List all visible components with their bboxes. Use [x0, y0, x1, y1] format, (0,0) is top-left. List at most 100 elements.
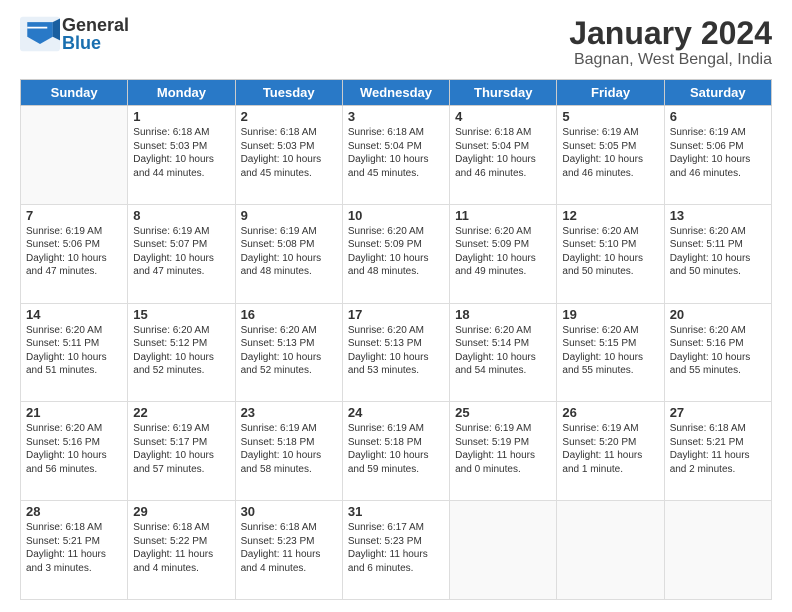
weekday-header-monday: Monday [128, 80, 235, 106]
day-info: Sunrise: 6:19 AMSunset: 5:06 PMDaylight:… [670, 126, 766, 180]
day-number: 14 [26, 307, 122, 322]
calendar-subtitle: Bagnan, West Bengal, India [569, 51, 772, 69]
day-number: 3 [348, 109, 444, 124]
weekday-header-thursday: Thursday [450, 80, 557, 106]
calendar-cell: 26 Sunrise: 6:19 AMSunset: 5:20 PMDayligh… [557, 402, 664, 501]
calendar-cell: 16 Sunrise: 6:20 AMSunset: 5:13 PMDayligh… [235, 303, 342, 402]
calendar-cell: 10 Sunrise: 6:20 AMSunset: 5:09 PMDayligh… [342, 204, 449, 303]
logo-text: General Blue [62, 16, 129, 52]
calendar-cell: 3 Sunrise: 6:18 AMSunset: 5:04 PMDaylight… [342, 106, 449, 205]
day-number: 29 [133, 504, 229, 519]
calendar-cell [450, 501, 557, 600]
day-number: 27 [670, 405, 766, 420]
day-info: Sunrise: 6:18 AMSunset: 5:03 PMDaylight:… [133, 126, 229, 180]
day-info: Sunrise: 6:19 AMSunset: 5:18 PMDaylight:… [241, 422, 337, 476]
day-info: Sunrise: 6:20 AMSunset: 5:10 PMDaylight:… [562, 225, 658, 279]
day-info: Sunrise: 6:20 AMSunset: 5:15 PMDaylight:… [562, 324, 658, 378]
calendar-header: SundayMondayTuesdayWednesdayThursdayFrid… [21, 80, 772, 106]
calendar-week-4: 21Sunrise: 6:20 AMSunset: 5:16 PMDayligh… [21, 402, 772, 501]
day-info: Sunrise: 6:20 AMSunset: 5:16 PMDaylight:… [26, 422, 122, 476]
weekday-header-wednesday: Wednesday [342, 80, 449, 106]
day-number: 15 [133, 307, 229, 322]
calendar-cell: 23Sunrise: 6:19 AMSunset: 5:18 PMDayligh… [235, 402, 342, 501]
day-info: Sunrise: 6:20 AMSunset: 5:16 PMDaylight:… [670, 324, 766, 378]
weekday-header-row: SundayMondayTuesdayWednesdayThursdayFrid… [21, 80, 772, 106]
calendar-cell: 30Sunrise: 6:18 AMSunset: 5:23 PMDayligh… [235, 501, 342, 600]
day-number: 1 [133, 109, 229, 124]
day-info: Sunrise: 6:19 AMSunset: 5:07 PMDaylight:… [133, 225, 229, 279]
day-info: Sunrise: 6:18 AMSunset: 5:21 PMDaylight:… [670, 422, 766, 476]
day-info: Sunrise: 6:20 AMSunset: 5:09 PMDaylight:… [348, 225, 444, 279]
day-number: 4 [455, 109, 551, 124]
logo: General Blue [20, 16, 129, 52]
day-number: 13 [670, 208, 766, 223]
calendar-title: January 2024 [569, 16, 772, 51]
calendar-cell: 5 Sunrise: 6:19 AMSunset: 5:05 PMDaylight… [557, 106, 664, 205]
calendar-cell [664, 501, 771, 600]
calendar-cell: 31Sunrise: 6:17 AMSunset: 5:23 PMDayligh… [342, 501, 449, 600]
day-number: 28 [26, 504, 122, 519]
calendar-cell: 22 Sunrise: 6:19 AMSunset: 5:17 PMDayligh… [128, 402, 235, 501]
calendar-cell: 21Sunrise: 6:20 AMSunset: 5:16 PMDayligh… [21, 402, 128, 501]
day-number: 24 [348, 405, 444, 420]
day-info: Sunrise: 6:19 AMSunset: 5:19 PMDaylight:… [455, 422, 551, 476]
day-info: Sunrise: 6:20 AMSunset: 5:13 PMDaylight:… [241, 324, 337, 378]
day-number: 22 [133, 405, 229, 420]
day-number: 5 [562, 109, 658, 124]
calendar-cell [21, 106, 128, 205]
day-number: 26 [562, 405, 658, 420]
calendar-cell: 1 Sunrise: 6:18 AMSunset: 5:03 PMDaylight… [128, 106, 235, 205]
day-number: 16 [241, 307, 337, 322]
calendar-cell: 15Sunrise: 6:20 AMSunset: 5:12 PMDayligh… [128, 303, 235, 402]
calendar-cell: 11 Sunrise: 6:20 AMSunset: 5:09 PMDayligh… [450, 204, 557, 303]
calendar-cell [557, 501, 664, 600]
day-info: Sunrise: 6:20 AMSunset: 5:11 PMDaylight:… [670, 225, 766, 279]
calendar-week-3: 14 Sunrise: 6:20 AMSunset: 5:11 PMDayligh… [21, 303, 772, 402]
day-number: 2 [241, 109, 337, 124]
logo-icon [20, 16, 60, 52]
calendar-cell: 2 Sunrise: 6:18 AMSunset: 5:03 PMDaylight… [235, 106, 342, 205]
day-number: 17 [348, 307, 444, 322]
day-number: 12 [562, 208, 658, 223]
day-info: Sunrise: 6:19 AMSunset: 5:17 PMDaylight:… [133, 422, 229, 476]
weekday-header-tuesday: Tuesday [235, 80, 342, 106]
day-number: 18 [455, 307, 551, 322]
day-info: Sunrise: 6:19 AMSunset: 5:08 PMDaylight:… [241, 225, 337, 279]
day-info: Sunrise: 6:19 AMSunset: 5:18 PMDaylight:… [348, 422, 444, 476]
calendar-cell: 20Sunrise: 6:20 AMSunset: 5:16 PMDayligh… [664, 303, 771, 402]
calendar-cell: 12 Sunrise: 6:20 AMSunset: 5:10 PMDayligh… [557, 204, 664, 303]
calendar-cell: 24 Sunrise: 6:19 AMSunset: 5:18 PMDayligh… [342, 402, 449, 501]
calendar-cell: 13 Sunrise: 6:20 AMSunset: 5:11 PMDayligh… [664, 204, 771, 303]
day-number: 10 [348, 208, 444, 223]
calendar-cell: 25 Sunrise: 6:19 AMSunset: 5:19 PMDayligh… [450, 402, 557, 501]
day-info: Sunrise: 6:18 AMSunset: 5:23 PMDaylight:… [241, 521, 337, 575]
day-number: 7 [26, 208, 122, 223]
calendar-cell: 6Sunrise: 6:19 AMSunset: 5:06 PMDaylight… [664, 106, 771, 205]
weekday-header-saturday: Saturday [664, 80, 771, 106]
calendar-table: SundayMondayTuesdayWednesdayThursdayFrid… [20, 79, 772, 600]
calendar-cell: 14 Sunrise: 6:20 AMSunset: 5:11 PMDayligh… [21, 303, 128, 402]
day-info: Sunrise: 6:19 AMSunset: 5:05 PMDaylight:… [562, 126, 658, 180]
calendar-body: 1 Sunrise: 6:18 AMSunset: 5:03 PMDaylight… [21, 106, 772, 600]
day-info: Sunrise: 6:18 AMSunset: 5:04 PMDaylight:… [455, 126, 551, 180]
day-number: 9 [241, 208, 337, 223]
calendar-cell: 28 Sunrise: 6:18 AMSunset: 5:21 PMDayligh… [21, 501, 128, 600]
calendar-cell: 29Sunrise: 6:18 AMSunset: 5:22 PMDayligh… [128, 501, 235, 600]
day-number: 25 [455, 405, 551, 420]
calendar-cell: 18 Sunrise: 6:20 AMSunset: 5:14 PMDayligh… [450, 303, 557, 402]
calendar-cell: 9 Sunrise: 6:19 AMSunset: 5:08 PMDaylight… [235, 204, 342, 303]
page: General Blue January 2024 Bagnan, West B… [0, 0, 792, 612]
day-info: Sunrise: 6:20 AMSunset: 5:11 PMDaylight:… [26, 324, 122, 378]
title-block: January 2024 Bagnan, West Bengal, India [569, 16, 772, 69]
day-number: 11 [455, 208, 551, 223]
day-info: Sunrise: 6:18 AMSunset: 5:03 PMDaylight:… [241, 126, 337, 180]
day-info: Sunrise: 6:20 AMSunset: 5:09 PMDaylight:… [455, 225, 551, 279]
day-info: Sunrise: 6:20 AMSunset: 5:14 PMDaylight:… [455, 324, 551, 378]
calendar-cell: 27 Sunrise: 6:18 AMSunset: 5:21 PMDayligh… [664, 402, 771, 501]
day-info: Sunrise: 6:18 AMSunset: 5:21 PMDaylight:… [26, 521, 122, 575]
day-info: Sunrise: 6:19 AMSunset: 5:20 PMDaylight:… [562, 422, 658, 476]
weekday-header-friday: Friday [557, 80, 664, 106]
calendar-cell: 8Sunrise: 6:19 AMSunset: 5:07 PMDaylight… [128, 204, 235, 303]
day-info: Sunrise: 6:19 AMSunset: 5:06 PMDaylight:… [26, 225, 122, 279]
day-info: Sunrise: 6:18 AMSunset: 5:04 PMDaylight:… [348, 126, 444, 180]
